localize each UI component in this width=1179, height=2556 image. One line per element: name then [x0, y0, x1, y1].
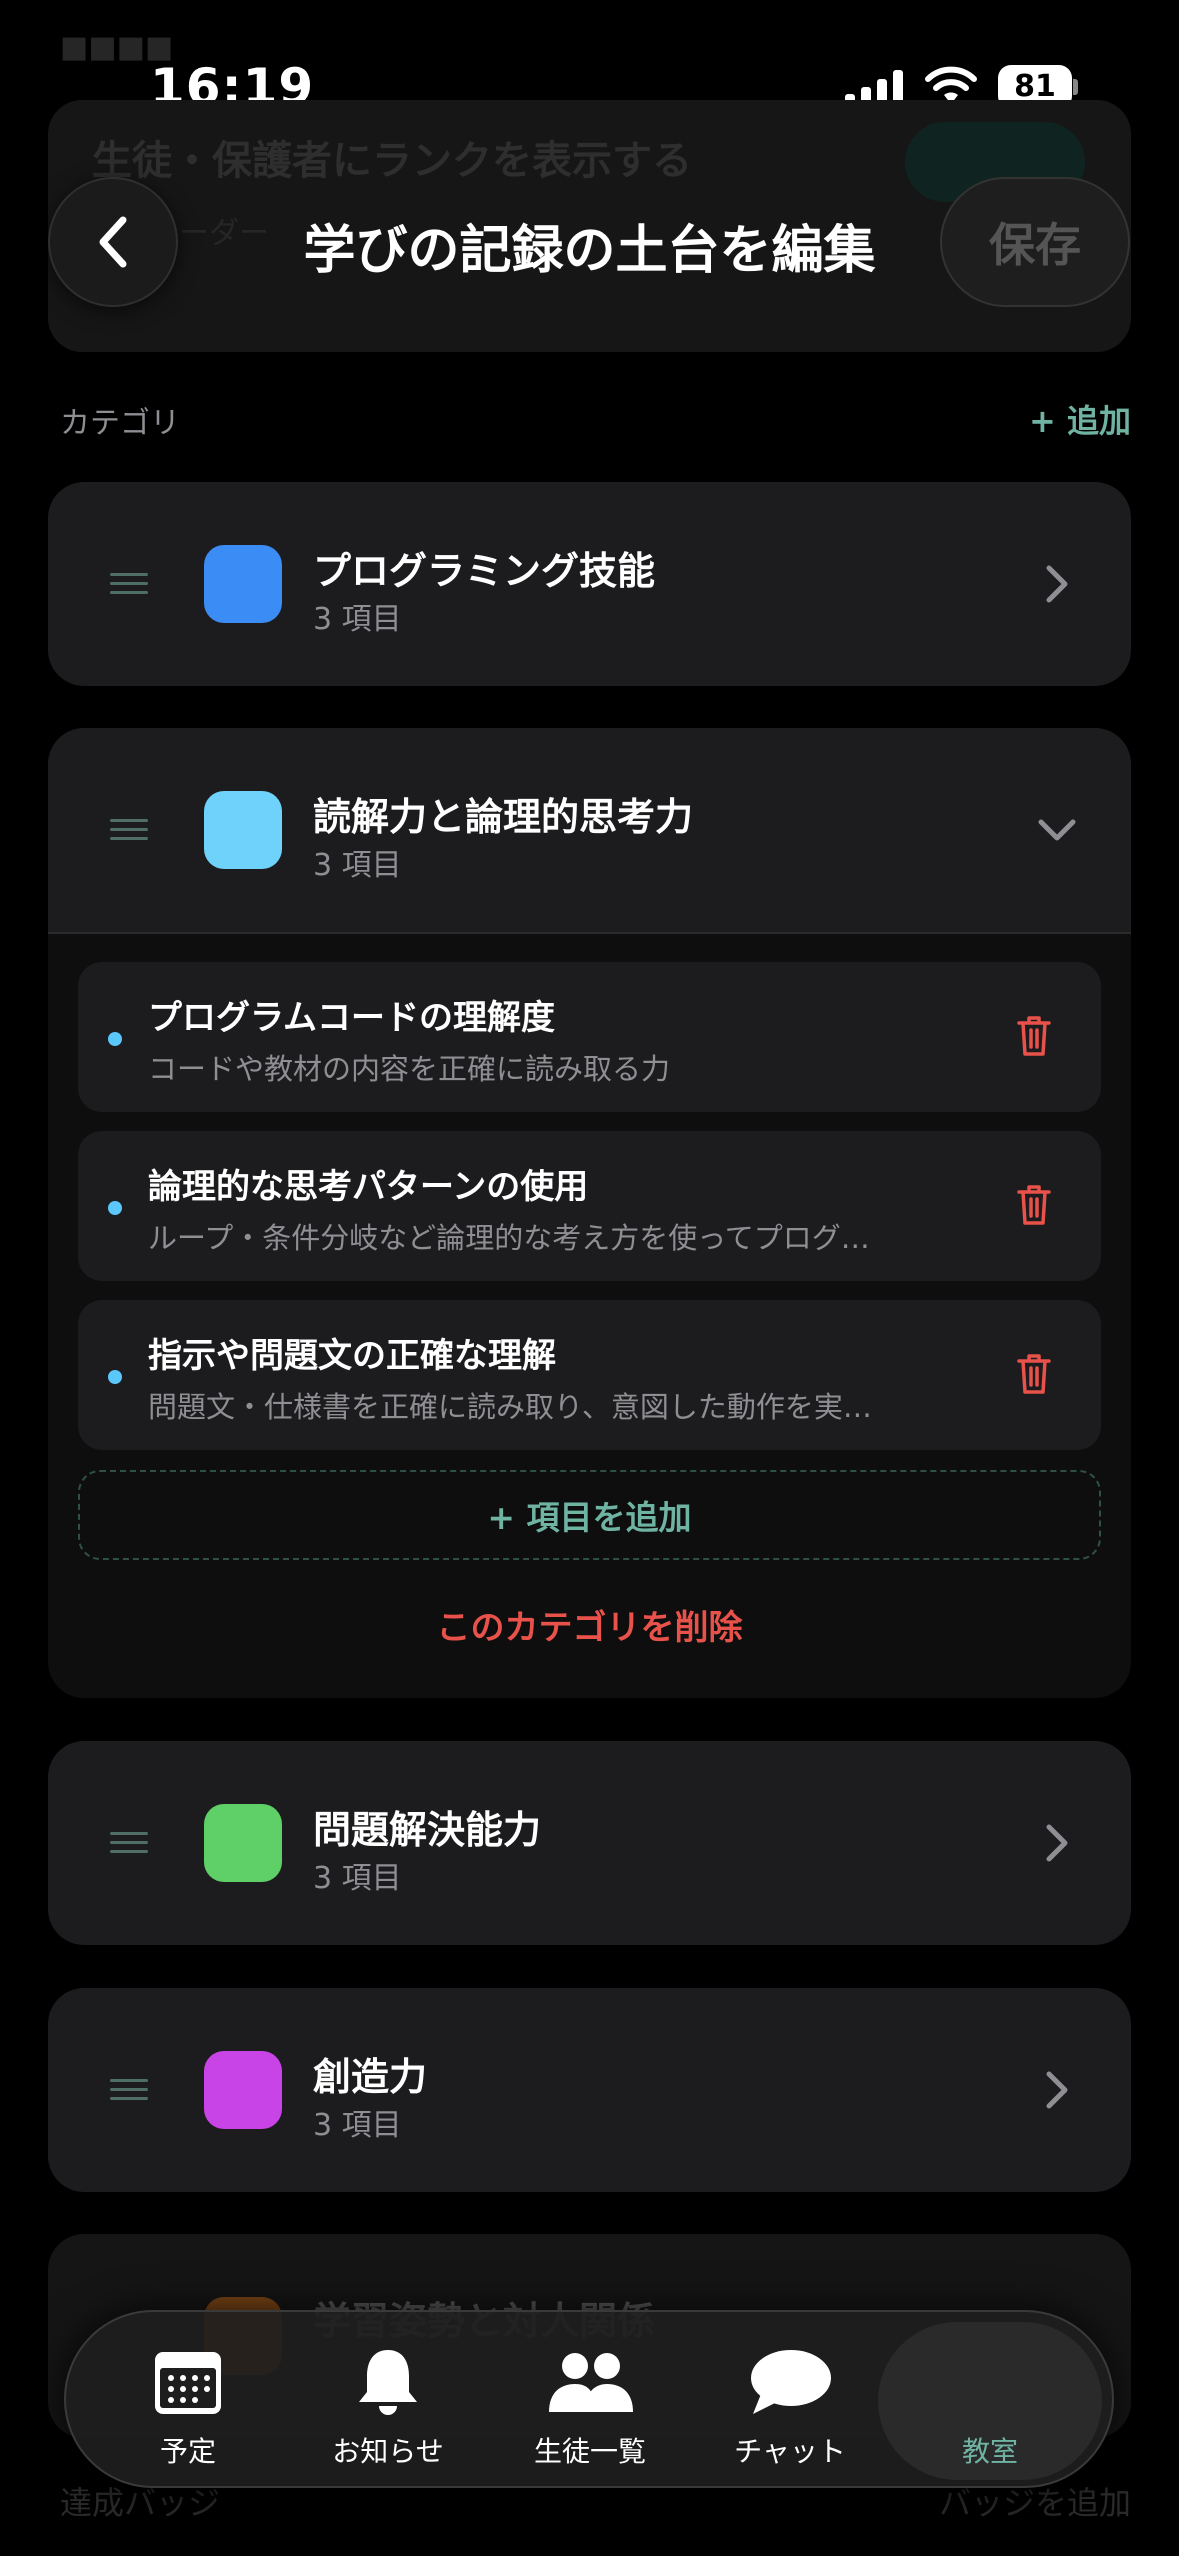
drag-handle-icon[interactable] — [110, 1832, 148, 1854]
category-header[interactable]: 読解力と論理的思考力 3 項目 — [48, 728, 1131, 932]
tab-label: 予定 — [159, 2435, 216, 2468]
category-card-problem-solving[interactable]: 問題解決能力 3 項目 — [48, 1741, 1131, 1945]
tab-classroom[interactable]: 教室 — [878, 2312, 1102, 2490]
ghost-section-label: ■■■■ — [60, 30, 174, 65]
tab-label: 生徒一覧 — [533, 2435, 646, 2468]
category-color-swatch — [204, 545, 282, 623]
category-item-count: 3 項目 — [313, 602, 402, 637]
category-item-count: 3 項目 — [313, 848, 402, 883]
trash-icon[interactable] — [1015, 1183, 1053, 1227]
item-description: 問題文・仕様書を正確に読み取り、意図した動作を実… — [148, 1390, 872, 1424]
list-item[interactable]: 指示や問題文の正確な理解 問題文・仕様書を正確に読み取り、意図した動作を実… — [78, 1300, 1101, 1450]
add-item-button[interactable]: + 項目を追加 — [78, 1470, 1101, 1560]
tab-label: 教室 — [961, 2435, 1018, 2468]
save-button[interactable]: 保存 — [940, 177, 1130, 307]
chevron-right-icon — [1046, 565, 1068, 603]
tab-bar: 予定 お知らせ 生徒一覧 チャット 教室 — [64, 2310, 1114, 2488]
bullet — [108, 1370, 122, 1384]
category-section-label: カテゴリ — [60, 406, 180, 441]
trash-icon[interactable] — [1015, 1014, 1053, 1058]
category-name: 読解力と論理的思考力 — [313, 795, 694, 839]
category-color-swatch — [204, 791, 282, 869]
chevron-right-icon — [1046, 2071, 1068, 2109]
drag-handle-icon[interactable] — [110, 573, 148, 595]
category-name: 問題解決能力 — [313, 1808, 542, 1852]
delete-category-button[interactable]: このカテゴリを削除 — [0, 1600, 1179, 1649]
trash-icon[interactable] — [1015, 1352, 1053, 1396]
category-name: プログラミング技能 — [313, 549, 656, 593]
list-item[interactable]: 論理的な思考パターンの使用 ループ・条件分岐など論理的な考え方を使ってプログ… — [78, 1131, 1101, 1281]
bullet — [108, 1032, 122, 1046]
calendar-icon — [155, 2352, 221, 2414]
bullet — [108, 1201, 122, 1215]
category-card-creativity[interactable]: 創造力 3 項目 — [48, 1988, 1131, 2192]
add-category-button[interactable]: + 追加 — [1029, 396, 1131, 442]
category-item-count: 3 項目 — [313, 2108, 402, 2143]
item-title: 指示や問題文の正確な理解 — [148, 1336, 556, 1376]
item-title: 論理的な思考パターンの使用 — [148, 1167, 589, 1207]
chevron-down-icon — [1038, 819, 1076, 841]
people-icon — [549, 2353, 633, 2412]
tab-label: チャット — [734, 2435, 846, 2468]
category-color-swatch — [204, 1804, 282, 1882]
tab-schedule[interactable]: 予定 — [88, 2312, 288, 2490]
bell-icon — [359, 2350, 417, 2415]
drag-handle-icon[interactable] — [110, 819, 148, 841]
chevron-right-icon — [1046, 1824, 1068, 1862]
category-card-programming[interactable]: プログラミング技能 3 項目 — [48, 482, 1131, 686]
item-description: コードや教材の内容を正確に読み取る力 — [148, 1052, 671, 1086]
category-item-count: 3 項目 — [313, 1861, 402, 1896]
tab-label: お知らせ — [332, 2435, 444, 2468]
list-item[interactable]: プログラムコードの理解度 コードや教材の内容を正確に読み取る力 — [78, 962, 1101, 1112]
tab-chat[interactable]: チャット — [690, 2312, 890, 2490]
ghost-setting-title: 生徒・保護者にランクを表示する — [92, 138, 692, 184]
category-name: 創造力 — [313, 2055, 428, 2099]
category-color-swatch — [204, 2051, 282, 2129]
drag-handle-icon[interactable] — [110, 2079, 148, 2101]
chat-bubble-icon — [751, 2350, 831, 2414]
divider — [48, 932, 1131, 934]
item-description: ループ・条件分岐など論理的な考え方を使ってプログ… — [148, 1221, 870, 1255]
tab-notifications[interactable]: お知らせ — [288, 2312, 488, 2490]
tab-students[interactable]: 生徒一覧 — [490, 2312, 690, 2490]
item-title: プログラムコードの理解度 — [148, 998, 555, 1038]
